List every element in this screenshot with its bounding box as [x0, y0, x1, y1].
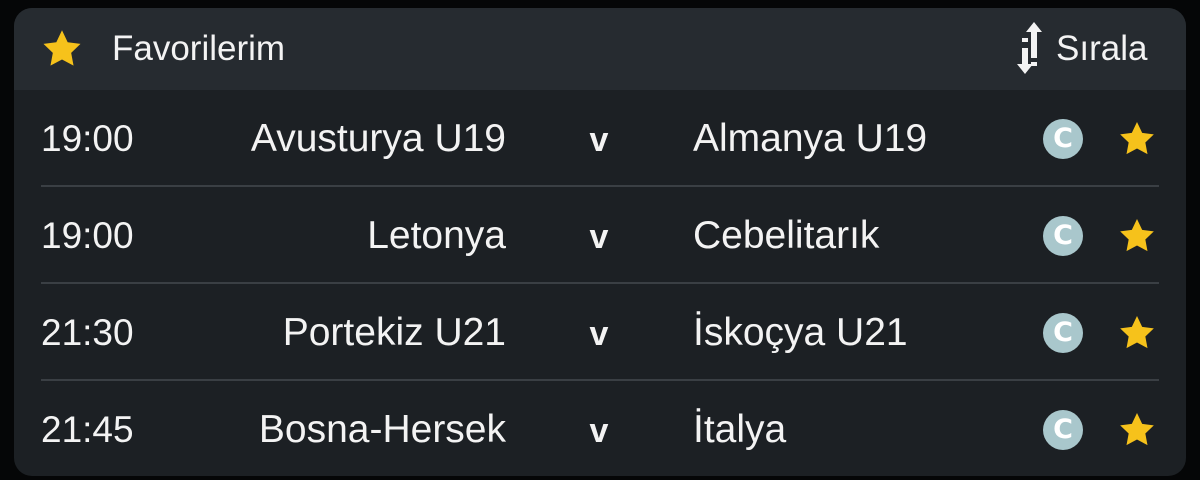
- home-team: Letonya: [367, 214, 506, 257]
- match-row[interactable]: 21:45 Bosna-Hersek v İtalya C: [14, 381, 1186, 476]
- favorites-header: Favorilerim Sırala: [14, 8, 1186, 90]
- favorites-title: Favorilerim: [112, 29, 286, 68]
- home-team: Portekiz U21: [282, 311, 506, 354]
- match-list: 19:00 Avusturya U19 v Almanya U19 C 19:0…: [14, 90, 1186, 476]
- competition-badge: C: [1043, 119, 1083, 159]
- sort-label: Sırala: [1056, 29, 1148, 68]
- home-team: Avusturya U19: [250, 117, 506, 160]
- versus-label: v: [589, 218, 609, 256]
- away-team: Almanya U19: [693, 117, 928, 160]
- versus-label: v: [589, 412, 609, 450]
- match-time: 19:00: [41, 118, 134, 159]
- versus-label: v: [589, 315, 609, 353]
- versus-label: v: [589, 121, 609, 159]
- match-row[interactable]: 19:00 Avusturya U19 v Almanya U19 C: [14, 90, 1186, 187]
- away-team: İtalya: [693, 408, 787, 451]
- favorite-star-icon[interactable]: [1117, 313, 1157, 353]
- away-team: İskoçya U21: [693, 311, 908, 354]
- sort-button[interactable]: Sırala: [986, 8, 1186, 90]
- home-team: Bosna-Hersek: [258, 408, 506, 451]
- favorites-card: Favorilerim Sırala 19:00 Avusturya U19 v…: [14, 8, 1186, 476]
- competition-badge: C: [1043, 410, 1083, 450]
- star-icon: [43, 30, 81, 66]
- match-time: 19:00: [41, 215, 134, 256]
- match-row[interactable]: 21:30 Portekiz U21 v İskoçya U21 C: [14, 284, 1186, 381]
- match-time: 21:45: [41, 409, 134, 450]
- favorite-star-icon[interactable]: [1117, 410, 1157, 450]
- competition-badge: C: [1043, 313, 1083, 353]
- competition-badge: C: [1043, 216, 1083, 256]
- match-time: 21:30: [41, 312, 134, 353]
- favorite-star-icon[interactable]: [1117, 119, 1157, 159]
- favorite-star-icon[interactable]: [1117, 216, 1157, 256]
- away-team: Cebelitarık: [693, 214, 880, 257]
- sort-icon: [1017, 22, 1042, 74]
- match-row[interactable]: 19:00 Letonya v Cebelitarık C: [14, 187, 1186, 284]
